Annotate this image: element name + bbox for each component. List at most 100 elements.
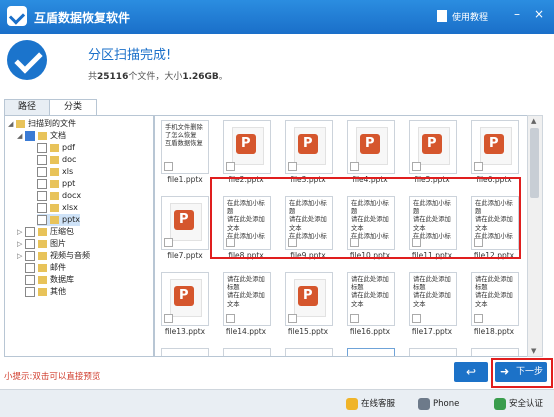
folder-icon [38, 239, 47, 248]
checkbox [474, 162, 483, 171]
checkbox [25, 238, 35, 249]
checkbox [25, 226, 35, 237]
pptx-file-icon [480, 127, 512, 165]
tutorial-link[interactable]: 使用教程 [452, 10, 488, 23]
checkbox [25, 250, 35, 261]
back-button[interactable]: ↩ [454, 362, 488, 382]
folder-icon [38, 275, 47, 284]
file-name: file18.pptx [473, 327, 515, 336]
file-card[interactable] [409, 120, 457, 174]
file-card[interactable] [347, 120, 395, 174]
tree-item-doc[interactable]: doc [37, 154, 76, 166]
preview-hint: 小提示:双击可以直接预览 [4, 372, 101, 382]
folder-icon [38, 227, 47, 236]
tree-item-xls[interactable]: xls [37, 166, 73, 178]
tree-item-ppt[interactable]: ppt [37, 178, 75, 190]
book-icon[interactable] [437, 10, 447, 22]
minimize-icon[interactable]: – [510, 7, 524, 21]
file-card[interactable] [347, 348, 395, 356]
file-card[interactable] [285, 348, 333, 356]
folder-icon [50, 167, 59, 176]
file-card[interactable] [223, 348, 271, 356]
scroll-up-icon: ▲ [531, 117, 537, 125]
vertical-scrollbar[interactable]: ▲ ▼ [527, 115, 543, 357]
file-card[interactable] [161, 348, 209, 356]
file-name: file16.pptx [349, 327, 391, 336]
tree-item-mail[interactable]: 邮件 [17, 262, 66, 274]
pptx-file-icon [418, 127, 450, 165]
checkbox [37, 166, 47, 177]
phone-icon [418, 397, 430, 410]
checkbox [37, 214, 47, 225]
file-card[interactable]: 请在此处添加标题 请在此处添加文本 [409, 272, 457, 326]
file-card[interactable] [285, 272, 333, 326]
chat-icon [346, 397, 358, 410]
file-card[interactable]: 请在此处添加标题 请在此处添加文本 [471, 272, 519, 326]
file-card[interactable] [223, 120, 271, 174]
phone-link[interactable]: Phone [418, 397, 459, 411]
shield-logo-icon [7, 6, 27, 26]
folder-icon [50, 215, 59, 224]
checkbox [37, 142, 47, 153]
folder-icon [50, 203, 59, 212]
tree-item-media[interactable]: ▷ 视频与音频 [17, 250, 90, 262]
tree-item-xlsx[interactable]: xlsx [37, 202, 78, 214]
file-card[interactable]: 请在此处添加标题 请在此处添加文本 [347, 272, 395, 326]
folder-icon [38, 287, 47, 296]
next-highlight-box [491, 358, 553, 388]
file-name: file13.pptx [164, 327, 206, 336]
tree-item-archive[interactable]: ▷ 压缩包 [17, 226, 74, 238]
file-size: 1.26GB [182, 72, 219, 82]
collapse-icon: ◢ [8, 120, 14, 128]
checkbox [25, 130, 35, 141]
title-bar: 互盾数据恢复软件 使用教程 – × [0, 0, 554, 34]
file-card[interactable] [409, 348, 457, 356]
folder-icon [50, 155, 59, 164]
expand-icon: ▷ [17, 240, 23, 248]
tree-item-images[interactable]: ▷ 图片 [17, 238, 66, 250]
expand-icon: ▷ [17, 228, 23, 236]
close-icon[interactable]: × [532, 7, 546, 21]
scan-complete-title: 分区扫描完成! [88, 48, 172, 63]
checkbox [164, 314, 173, 323]
tab-category[interactable]: 分类 [49, 99, 97, 116]
tree-item-docs[interactable]: ◢ 文档 [17, 130, 66, 142]
footer-bar: 在线客服 Phone 安全认证 [0, 389, 554, 417]
file-card[interactable]: 请在此处添加标题 请在此处添加文本 [223, 272, 271, 326]
tree-item-docx[interactable]: docx [37, 190, 81, 202]
tree-item-pdf[interactable]: pdf [37, 142, 75, 154]
highlight-box [210, 177, 521, 259]
checkbox [37, 154, 47, 165]
folder-icon [50, 143, 59, 152]
file-card[interactable] [285, 120, 333, 174]
file-name: file17.pptx [411, 327, 453, 336]
file-count: 25116 [97, 72, 129, 82]
file-card[interactable] [161, 272, 209, 326]
app-title: 互盾数据恢复软件 [34, 11, 131, 25]
checkbox [164, 238, 173, 247]
file-name: file1.pptx [167, 175, 203, 184]
file-card[interactable] [471, 120, 519, 174]
pptx-file-icon [170, 279, 202, 317]
folder-icon [50, 191, 59, 200]
file-card[interactable]: 手机文件删除了怎么恢复 互盾数据恢复 [161, 120, 209, 174]
pptx-file-icon [294, 127, 326, 165]
tree-item-other[interactable]: 其他 [17, 286, 66, 298]
file-card[interactable] [161, 196, 209, 250]
file-name: file15.pptx [287, 327, 329, 336]
tree-item-pptx[interactable]: pptx [37, 214, 81, 226]
checkbox [474, 314, 483, 323]
online-service-link[interactable]: 在线客服 [346, 397, 395, 411]
pptx-file-icon [356, 127, 388, 165]
tree-item-root[interactable]: ◢ 扫描到的文件 [8, 118, 76, 130]
checkbox [412, 162, 421, 171]
folder-icon [38, 251, 47, 260]
tab-path[interactable]: 路径 [4, 99, 50, 116]
file-card[interactable] [471, 348, 519, 356]
success-check-icon [7, 40, 47, 80]
folder-icon [38, 131, 47, 140]
category-tree: ◢ 扫描到的文件 ◢ 文档 pdf doc xls ppt docx xlsx pp… [4, 115, 154, 357]
file-name: file14.pptx [225, 327, 267, 336]
tree-item-database[interactable]: 数据库 [17, 274, 74, 286]
pptx-file-icon [294, 279, 326, 317]
